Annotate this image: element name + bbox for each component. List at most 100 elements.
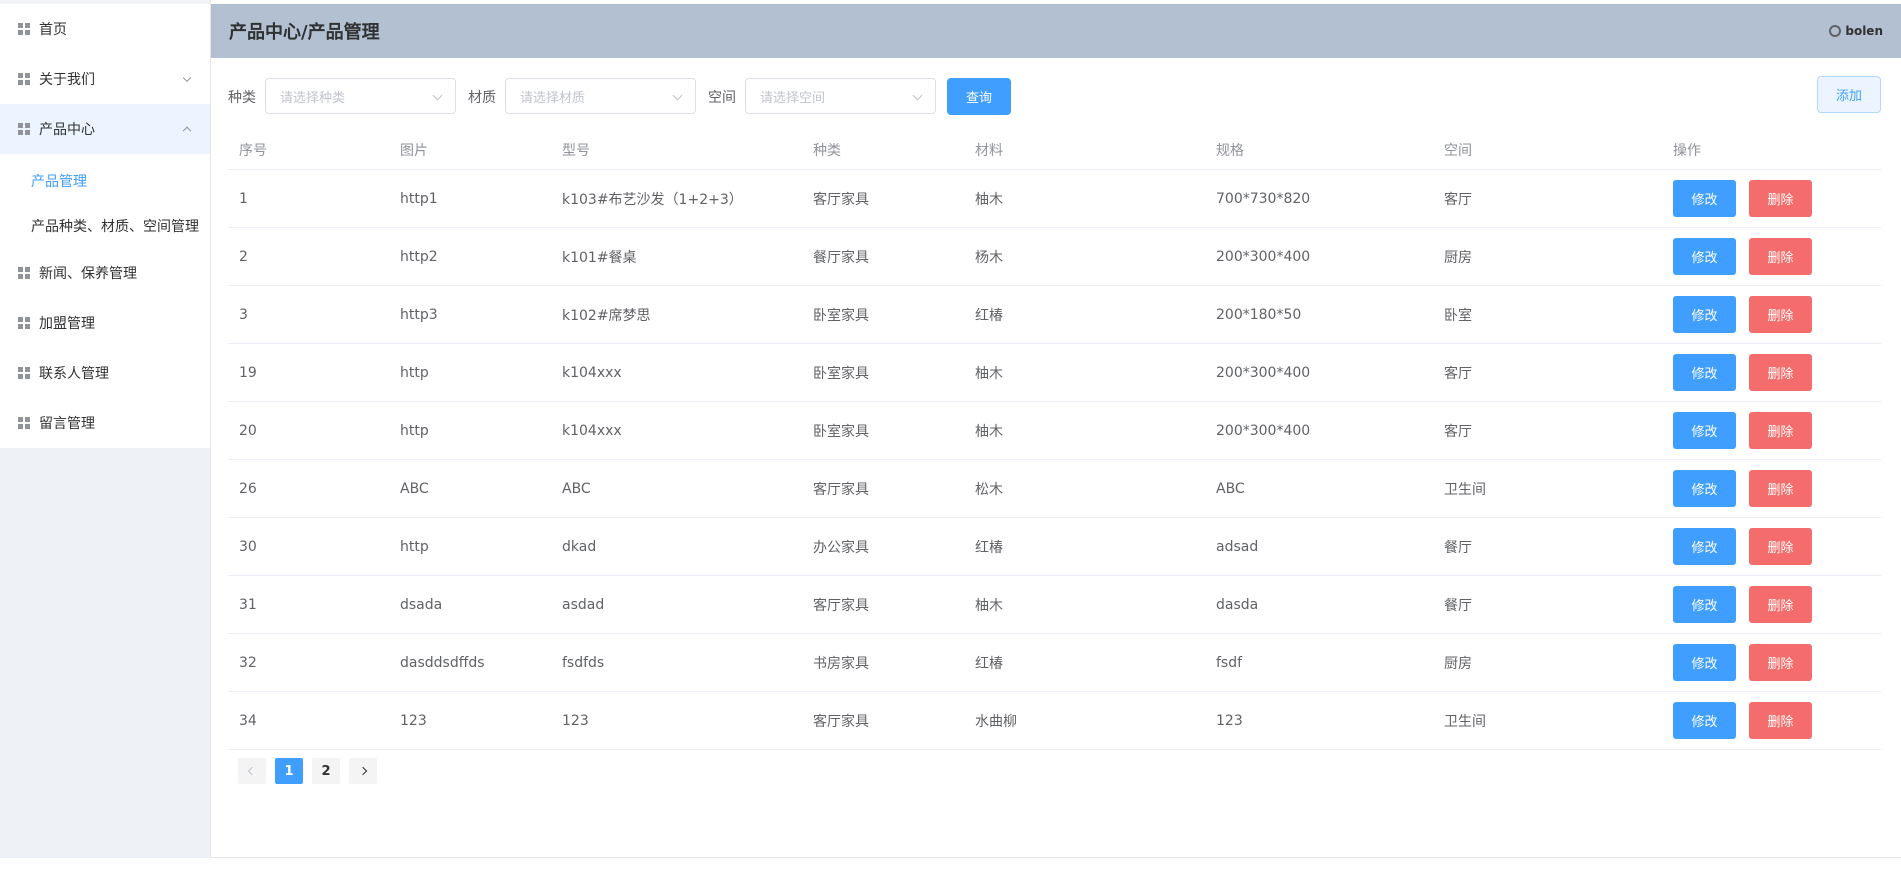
main-content: 种类 请选择种类 材质 请选择材质 空间 请选择空间 查询 添加 序号 图片 型… (211, 58, 1901, 858)
add-button[interactable]: 添加 (1817, 76, 1881, 113)
material-cell: 杨木 (975, 249, 1003, 266)
page-title: 产品中心/产品管理 (229, 22, 380, 43)
space-cell: 餐厅 (1444, 539, 1472, 556)
space-cell: 卫生间 (1444, 713, 1486, 730)
edit-button[interactable]: 修改 (1673, 180, 1736, 217)
category-cell: 书房家具 (813, 655, 869, 672)
edit-button[interactable]: 修改 (1673, 238, 1736, 275)
image-cell: dsada (400, 596, 443, 613)
delete-button[interactable]: 删除 (1749, 702, 1812, 739)
table-row: 26 ABC ABC 客厅家具 松木 ABC 卫生间 修改 删除 (228, 460, 1881, 518)
category-cell: 客厅家具 (813, 597, 869, 614)
model-cell: k101#餐桌 (562, 249, 637, 266)
page-button-1[interactable]: 1 (275, 758, 303, 784)
delete-button[interactable]: 删除 (1749, 238, 1812, 275)
column-header: 操作 (1673, 142, 1701, 159)
image-cell: http1 (400, 190, 438, 207)
image-cell: http (400, 538, 429, 555)
edit-button[interactable]: 修改 (1673, 528, 1736, 565)
delete-button[interactable]: 删除 (1749, 180, 1812, 217)
spec-cell: ABC (1216, 480, 1245, 497)
query-button[interactable]: 查询 (947, 78, 1011, 115)
category-placeholder: 请选择种类 (280, 90, 346, 106)
id-cell: 31 (239, 596, 257, 613)
delete-button[interactable]: 删除 (1749, 354, 1812, 391)
edit-button[interactable]: 修改 (1673, 412, 1736, 449)
spec-cell: adsad (1216, 538, 1259, 555)
sidebar-item-news[interactable]: 新闻、保养管理 (0, 248, 210, 298)
sidebar-item-about[interactable]: 关于我们 (0, 54, 210, 104)
category-select[interactable]: 请选择种类 (265, 78, 456, 114)
submenu-item-category-management[interactable]: 产品种类、材质、空间管理 (0, 203, 210, 248)
table-row: 3 http3 k102#席梦思 卧室家具 红椿 200*180*50 卧室 修改 删除 (228, 286, 1881, 344)
material-label: 材质 (468, 90, 496, 106)
material-cell: 松木 (975, 481, 1003, 498)
chevron-left-icon (247, 766, 257, 776)
submenu-item-label: 产品管理 (31, 173, 87, 190)
sidebar-item-home[interactable]: 首页 (0, 4, 210, 54)
delete-button[interactable]: 删除 (1749, 470, 1812, 507)
table-header-row: 序号 图片 型号 种类 材料 规格 空间 操作 (228, 130, 1881, 170)
sidebar-item-products[interactable]: 产品中心 (0, 104, 210, 154)
spec-cell: 200*300*400 (1216, 248, 1311, 265)
space-cell: 客厅 (1444, 191, 1472, 208)
user-name[interactable]: bolen (1845, 24, 1883, 38)
grid-icon (18, 23, 30, 35)
category-cell: 客厅家具 (813, 191, 869, 208)
space-cell: 餐厅 (1444, 597, 1472, 614)
space-cell: 厨房 (1444, 249, 1472, 266)
sidebar-item-label: 关于我们 (39, 72, 95, 88)
edit-button[interactable]: 修改 (1673, 354, 1736, 391)
chevron-down-icon (912, 90, 923, 101)
filter-bar: 种类 请选择种类 材质 请选择材质 空间 请选择空间 查询 添加 (211, 76, 1901, 116)
delete-button[interactable]: 删除 (1749, 528, 1812, 565)
delete-button[interactable]: 删除 (1749, 586, 1812, 623)
edit-button[interactable]: 修改 (1673, 644, 1736, 681)
material-cell: 柚木 (975, 423, 1003, 440)
actions-cell: 修改 删除 (1662, 228, 1812, 285)
category-cell: 客厅家具 (813, 713, 869, 730)
image-cell: dasddsdffds (400, 654, 485, 671)
delete-button[interactable]: 删除 (1749, 296, 1812, 333)
gear-icon[interactable] (1829, 25, 1841, 37)
submenu-item-product-management[interactable]: 产品管理 (0, 158, 210, 203)
category-cell: 餐厅家具 (813, 249, 869, 266)
sidebar-item-label: 新闻、保养管理 (39, 266, 137, 282)
model-cell: ABC (562, 480, 591, 497)
image-cell: ABC (400, 480, 429, 497)
delete-button[interactable]: 删除 (1749, 644, 1812, 681)
actions-cell: 修改 删除 (1662, 344, 1812, 401)
spec-cell: 123 (1216, 712, 1243, 729)
edit-button[interactable]: 修改 (1673, 470, 1736, 507)
space-select[interactable]: 请选择空间 (745, 78, 936, 114)
edit-button[interactable]: 修改 (1673, 296, 1736, 333)
actions-cell: 修改 删除 (1662, 286, 1812, 343)
grid-icon (18, 417, 30, 429)
actions-cell: 修改 删除 (1662, 576, 1812, 633)
prev-page-button[interactable] (238, 758, 266, 784)
material-cell: 柚木 (975, 365, 1003, 382)
image-cell: http (400, 422, 429, 439)
sidebar-item-label: 产品中心 (39, 122, 95, 138)
id-cell: 1 (239, 190, 248, 207)
sidebar-item-contacts[interactable]: 联系人管理 (0, 348, 210, 398)
sidebar-item-franchise[interactable]: 加盟管理 (0, 298, 210, 348)
edit-button[interactable]: 修改 (1673, 702, 1736, 739)
model-cell: dkad (562, 538, 597, 555)
model-cell: k104xxx (562, 364, 622, 381)
material-select[interactable]: 请选择材质 (505, 78, 696, 114)
delete-button[interactable]: 删除 (1749, 412, 1812, 449)
model-cell: k103#布艺沙发（1+2+3） (562, 191, 743, 208)
next-page-button[interactable] (349, 758, 377, 784)
id-cell: 30 (239, 538, 257, 555)
actions-cell: 修改 删除 (1662, 170, 1812, 227)
edit-button[interactable]: 修改 (1673, 586, 1736, 623)
table-row: 34 123 123 客厅家具 水曲柳 123 卫生间 修改 删除 (228, 692, 1881, 750)
sidebar-item-messages[interactable]: 留言管理 (0, 398, 210, 448)
actions-cell: 修改 删除 (1662, 402, 1812, 459)
page-button-2[interactable]: 2 (312, 758, 340, 784)
table-row: 20 http k104xxx 卧室家具 柚木 200*300*400 客厅 修改 删除 (228, 402, 1881, 460)
model-cell: asdad (562, 596, 605, 613)
actions-cell: 修改 删除 (1662, 634, 1812, 691)
chevron-right-icon (358, 766, 368, 776)
